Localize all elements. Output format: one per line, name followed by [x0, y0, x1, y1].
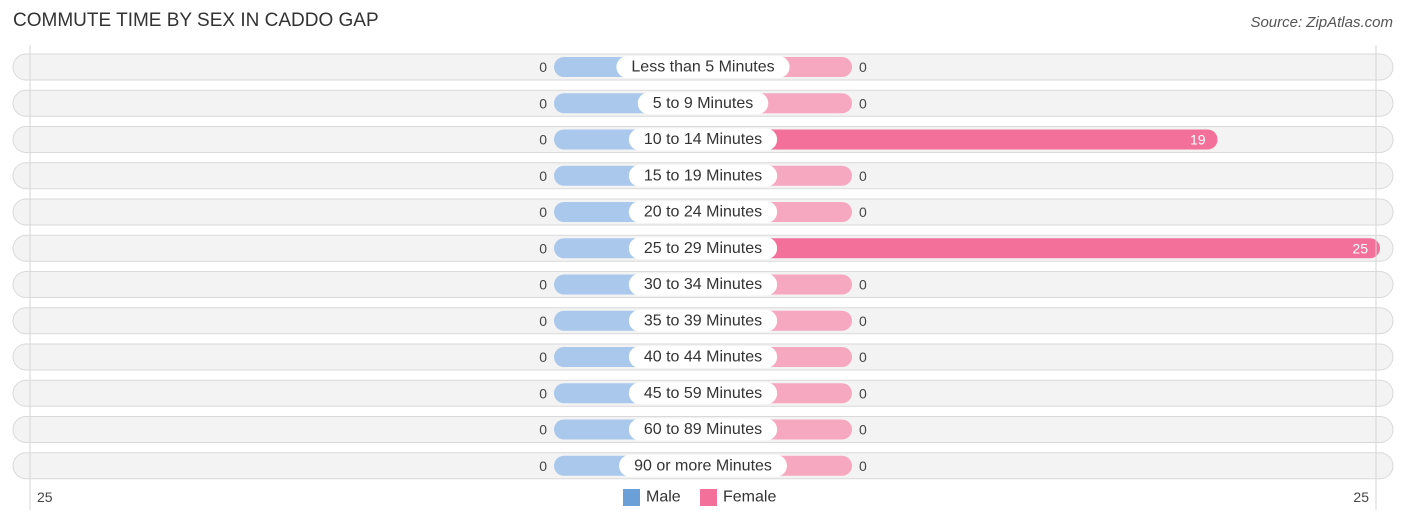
category-label: 35 to 39 Minutes — [644, 312, 762, 329]
female-value-label: 0 — [859, 385, 867, 401]
category-label: 25 to 29 Minutes — [644, 240, 762, 257]
chart-row: 40 to 44 Minutes 0 0 — [12, 343, 1394, 371]
female-value-label: 0 — [859, 313, 867, 329]
male-value-label: 0 — [539, 349, 547, 365]
category-label: 30 to 34 Minutes — [644, 276, 762, 293]
axis-right-label: 25 — [1353, 489, 1369, 505]
axis-left-label: 25 — [37, 489, 53, 505]
chart-row: 30 to 34 Minutes 0 0 — [12, 271, 1394, 298]
legend-swatch-male — [623, 489, 640, 506]
female-value-label: 0 — [859, 277, 867, 293]
male-value-label: 0 — [539, 385, 547, 401]
male-value-label: 0 — [539, 313, 547, 329]
category-label: 60 to 89 Minutes — [644, 421, 762, 438]
category-label: 10 to 14 Minutes — [644, 131, 762, 148]
female-bar — [703, 238, 1380, 259]
chart-row: 90 or more Minutes 0 0 — [12, 452, 1394, 480]
legend-swatch-female — [700, 489, 717, 506]
chart-row: 25 to 29 Minutes 0 25 — [12, 234, 1394, 262]
female-value-label: 0 — [859, 168, 867, 184]
chart-row: 15 to 19 Minutes 0 0 — [12, 162, 1394, 190]
female-value-label: 0 — [859, 204, 867, 220]
female-value-label: 0 — [859, 422, 867, 438]
legend: Male Female — [623, 489, 776, 506]
male-value-label: 0 — [539, 132, 547, 148]
category-label: 90 or more Minutes — [634, 457, 772, 474]
female-value-label: 0 — [859, 95, 867, 111]
category-label: 45 to 59 Minutes — [644, 385, 762, 402]
male-value-label: 0 — [539, 204, 547, 220]
male-value-label: 0 — [539, 168, 547, 184]
legend-label-female: Female — [723, 489, 776, 506]
chart-row: 60 to 89 Minutes 0 0 — [12, 416, 1394, 443]
male-value-label: 0 — [539, 422, 547, 438]
male-value-label: 0 — [539, 458, 547, 474]
category-label: 20 to 24 Minutes — [644, 204, 762, 221]
category-label: 15 to 19 Minutes — [644, 167, 762, 184]
chart-row: 35 to 39 Minutes 0 0 — [12, 307, 1394, 335]
legend-label-male: Male — [646, 489, 681, 506]
chart-area: Less than 5 Minutes0 05 to 9 Minutes0 010 … — [12, 45, 1394, 510]
female-value-label: 0 — [859, 349, 867, 365]
chart-row: 45 to 59 Minutes 0 0 — [12, 379, 1394, 407]
female-bar — [703, 129, 1218, 150]
male-value-label: 0 — [539, 95, 547, 111]
chart-row: 10 to 14 Minutes 0 19 — [12, 126, 1394, 153]
category-label: 40 to 44 Minutes — [644, 349, 762, 366]
category-label: 5 to 9 Minutes — [653, 95, 754, 112]
chart-row: Less than 5 Minutes 0 0 — [12, 53, 1394, 81]
category-label: Less than 5 Minutes — [631, 59, 774, 76]
female-value-label: 25 — [1352, 240, 1368, 256]
female-value-label: 0 — [859, 59, 867, 75]
male-value-label: 0 — [539, 240, 547, 256]
chart-row: 5 to 9 Minutes 0 0 — [12, 89, 1394, 117]
male-value-label: 0 — [539, 277, 547, 293]
female-value-label: 0 — [859, 458, 867, 474]
female-value-label: 19 — [1190, 132, 1206, 148]
chart-row: 20 to 24 Minutes 0 0 — [12, 198, 1394, 226]
male-value-label: 0 — [539, 59, 547, 75]
